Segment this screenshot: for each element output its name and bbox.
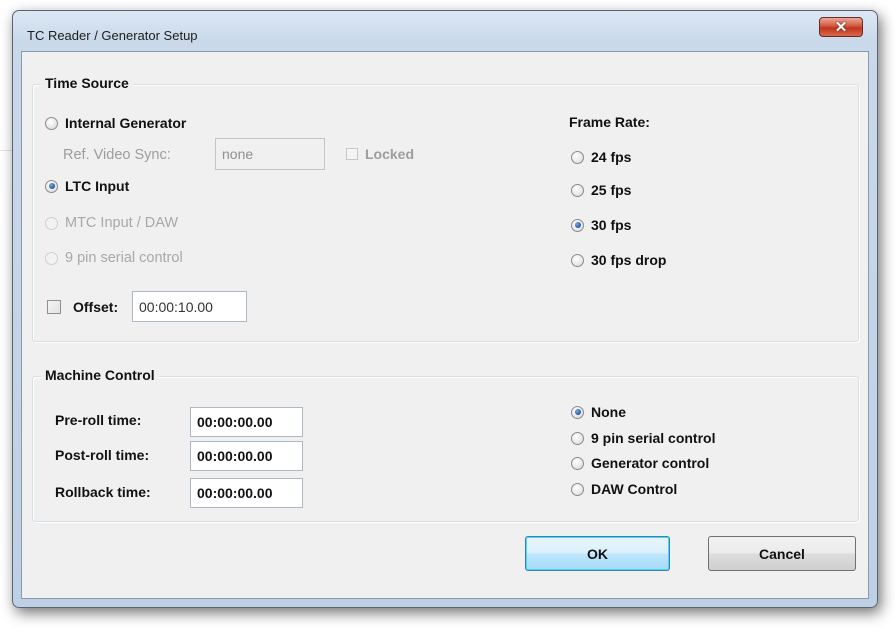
radio-label: Generator control — [591, 455, 710, 471]
cancel-button[interactable]: Cancel — [708, 536, 856, 571]
radio-button[interactable] — [571, 456, 584, 470]
radio-mc-9-pin[interactable]: 9 pin serial control — [571, 429, 715, 447]
offset-checkbox[interactable] — [47, 300, 61, 314]
machine-control-legend: Machine Control — [41, 367, 159, 383]
radio-label: 9 pin serial control — [65, 250, 183, 266]
locked-checkbox[interactable] — [346, 148, 358, 160]
locked-label: Locked — [365, 146, 415, 162]
radio-internal-generator[interactable]: Internal Generator — [45, 114, 186, 132]
preroll-label: Pre-roll time: — [55, 412, 142, 428]
radio-mtc-input[interactable]: MTC Input / DAW — [45, 214, 178, 232]
radio-label: DAW Control — [591, 481, 678, 497]
radio-button[interactable] — [571, 482, 584, 496]
radio-ltc-input[interactable]: LTC Input — [45, 177, 129, 195]
radio-label: 30 fps — [591, 217, 632, 233]
radio-mc-generator[interactable]: Generator control — [571, 454, 709, 472]
close-icon: ✕ — [834, 19, 848, 36]
radio-button[interactable] — [571, 183, 584, 197]
dialog-client-area: Time Source Internal Generator Ref. Vide… — [21, 51, 869, 599]
rollback-field[interactable]: 00:00:00.00 — [190, 478, 303, 508]
radio-25-fps[interactable]: 25 fps — [571, 181, 631, 199]
radio-label: 25 fps — [591, 182, 632, 198]
time-source-legend: Time Source — [41, 75, 133, 91]
time-source-group: Time Source Internal Generator Ref. Vide… — [32, 75, 859, 342]
radio-label: 9 pin serial control — [591, 430, 716, 446]
ref-video-sync-label: Ref. Video Sync: — [63, 147, 171, 163]
window-title: TC Reader / Generator Setup — [27, 28, 198, 43]
radio-label: 24 fps — [591, 149, 632, 165]
radio-label: 30 fps drop — [591, 252, 667, 268]
ref-video-sync-field[interactable]: none — [215, 138, 325, 170]
radio-button[interactable] — [571, 218, 584, 232]
radio-30-fps-drop[interactable]: 30 fps drop — [571, 251, 666, 269]
radio-24-fps[interactable]: 24 fps — [571, 148, 631, 166]
title-bar[interactable]: TC Reader / Generator Setup ✕ — [13, 11, 877, 51]
radio-9-pin-serial[interactable]: 9 pin serial control — [45, 249, 183, 267]
preroll-field[interactable]: 00:00:00.00 — [190, 407, 303, 437]
offset-label: Offset: — [73, 299, 119, 315]
radio-mc-none[interactable]: None — [571, 403, 626, 421]
frame-rate-label: Frame Rate: — [569, 114, 650, 130]
radio-mc-daw[interactable]: DAW Control — [571, 480, 677, 498]
postroll-field[interactable]: 00:00:00.00 — [190, 441, 303, 471]
radio-label: LTC Input — [65, 178, 130, 194]
offset-field[interactable]: 00:00:10.00 — [132, 291, 247, 322]
radio-button[interactable] — [45, 116, 58, 130]
radio-30-fps[interactable]: 30 fps — [571, 216, 631, 234]
postroll-label: Post-roll time: — [55, 447, 150, 463]
radio-button[interactable] — [571, 405, 584, 419]
radio-label: Internal Generator — [65, 115, 187, 131]
radio-label: MTC Input / DAW — [65, 215, 179, 231]
radio-button[interactable] — [571, 150, 584, 164]
ok-button[interactable]: OK — [525, 536, 670, 571]
radio-label: None — [591, 404, 626, 420]
radio-button[interactable] — [571, 253, 584, 267]
close-button[interactable]: ✕ — [819, 17, 863, 37]
radio-button[interactable] — [45, 216, 58, 230]
dialog-window: TC Reader / Generator Setup ✕ Time Sourc… — [12, 10, 878, 608]
radio-button[interactable] — [571, 431, 584, 445]
radio-button[interactable] — [45, 179, 58, 193]
radio-button[interactable] — [45, 251, 58, 265]
machine-control-group: Machine Control Pre-roll time: 00:00:00.… — [32, 367, 859, 522]
rollback-label: Rollback time: — [55, 484, 151, 500]
